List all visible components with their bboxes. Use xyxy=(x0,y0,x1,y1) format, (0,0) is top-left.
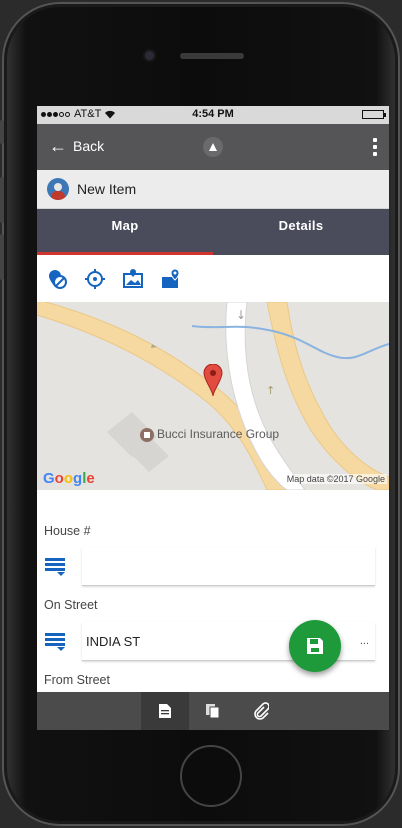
item-title: New Item xyxy=(77,181,137,197)
item-type-icon xyxy=(47,178,69,200)
list-picker-icon[interactable] xyxy=(44,632,66,652)
more-menu-icon[interactable] xyxy=(373,138,377,156)
copy-icon xyxy=(206,704,220,719)
on-street-more-button[interactable]: ... xyxy=(360,635,369,647)
document-tab[interactable] xyxy=(141,692,189,730)
active-tab-indicator xyxy=(37,252,213,255)
home-button[interactable] xyxy=(180,745,242,807)
house-number-label: House # xyxy=(44,524,91,538)
app-logo-icon xyxy=(203,137,223,157)
on-street-label: On Street xyxy=(44,598,98,612)
map-photo-icon[interactable] xyxy=(122,268,144,290)
map-view[interactable]: ↓ ↑ Bucci Insurance Group Google Map dat… xyxy=(37,302,389,490)
app-bar: ← Back xyxy=(37,124,389,170)
tab-bar: Map Details xyxy=(37,209,389,255)
svg-text:↓: ↓ xyxy=(236,308,246,322)
map-pins-icon[interactable] xyxy=(160,267,182,290)
paperclip-icon xyxy=(254,702,269,720)
app-screen: AT&T 4:54 PM ← Back New Item Map Details xyxy=(37,106,389,730)
location-off-icon[interactable] xyxy=(46,268,68,290)
from-street-label: From Street xyxy=(44,673,110,687)
form-section: House # On Street INDIA ST ... From Stre… xyxy=(37,524,389,687)
bottom-nav xyxy=(37,692,389,730)
document-icon xyxy=(159,704,171,718)
map-attribution[interactable]: Map data ©2017 Google xyxy=(284,474,387,484)
poi-icon xyxy=(140,428,154,442)
attachments-tab[interactable] xyxy=(237,692,285,730)
list-picker-icon[interactable] xyxy=(44,557,66,577)
save-icon xyxy=(307,638,323,654)
tab-map[interactable]: Map xyxy=(37,209,213,255)
google-logo: Google xyxy=(43,470,95,487)
svg-text:↑: ↑ xyxy=(266,384,275,397)
status-time: 4:54 PM xyxy=(192,108,234,120)
location-pin-icon[interactable] xyxy=(203,364,223,396)
volume-down-button xyxy=(0,234,4,280)
map-canvas: ↓ ↑ xyxy=(37,302,389,490)
earpiece-speaker xyxy=(180,53,244,59)
back-button[interactable]: ← Back xyxy=(49,137,104,155)
crosshair-icon[interactable] xyxy=(84,268,106,290)
tab-details[interactable]: Details xyxy=(213,209,389,255)
battery-icon xyxy=(362,110,386,119)
status-bar: AT&T 4:54 PM xyxy=(37,106,389,124)
house-number-row xyxy=(44,547,375,586)
back-label: Back xyxy=(73,138,105,154)
copy-tab[interactable] xyxy=(189,692,237,730)
on-street-value: INDIA ST xyxy=(86,633,141,649)
volume-up-button xyxy=(0,177,4,223)
house-number-input[interactable] xyxy=(82,547,375,586)
mute-switch xyxy=(0,120,4,144)
save-button[interactable] xyxy=(289,620,341,672)
item-header: New Item xyxy=(37,170,389,209)
poi-label[interactable]: Bucci Insurance Group xyxy=(157,427,279,441)
front-camera xyxy=(145,51,154,60)
map-toolbar xyxy=(37,255,389,302)
back-arrow-icon: ← xyxy=(49,136,67,156)
